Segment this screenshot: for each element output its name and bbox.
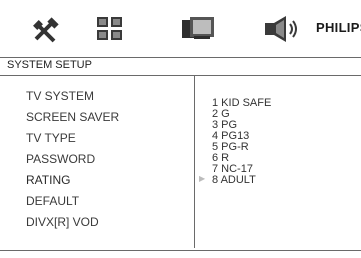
rating-options-list: 1 KID SAFE 2 G 3 PG 4 PG13 5 PG-R 6 R 7 … bbox=[212, 98, 271, 186]
tools-icon[interactable] bbox=[28, 14, 62, 44]
selection-arrow-icon: ▶ bbox=[199, 174, 206, 183]
settings-menu: TV SYSTEM SCREEN SAVER TV TYPE PASSWORD … bbox=[26, 86, 119, 233]
speaker-icon[interactable] bbox=[262, 14, 302, 44]
brand-logo: PHILIPS bbox=[316, 20, 361, 35]
menu-item-divx-vod[interactable]: DIVX[R] VOD bbox=[26, 212, 119, 233]
grid-icon[interactable] bbox=[95, 14, 125, 44]
menu-item-screen-saver[interactable]: SCREEN SAVER bbox=[26, 107, 119, 128]
top-icon-bar: PHILIPS bbox=[0, 0, 361, 56]
menu-item-rating[interactable]: RATING bbox=[26, 170, 119, 191]
menu-item-default[interactable]: DEFAULT bbox=[26, 191, 119, 212]
page-title: SYSTEM SETUP bbox=[7, 59, 92, 71]
section-header: SYSTEM SETUP bbox=[0, 57, 361, 76]
menu-item-password[interactable]: PASSWORD bbox=[26, 149, 119, 170]
menu-item-tv-type[interactable]: TV TYPE bbox=[26, 128, 119, 149]
menu-item-tv-system[interactable]: TV SYSTEM bbox=[26, 86, 119, 107]
display-icon[interactable] bbox=[180, 14, 220, 44]
settings-panel: TV SYSTEM SCREEN SAVER TV TYPE PASSWORD … bbox=[0, 76, 361, 251]
panel-divider bbox=[194, 76, 195, 248]
rating-option[interactable]: 8 ADULT bbox=[212, 175, 271, 186]
